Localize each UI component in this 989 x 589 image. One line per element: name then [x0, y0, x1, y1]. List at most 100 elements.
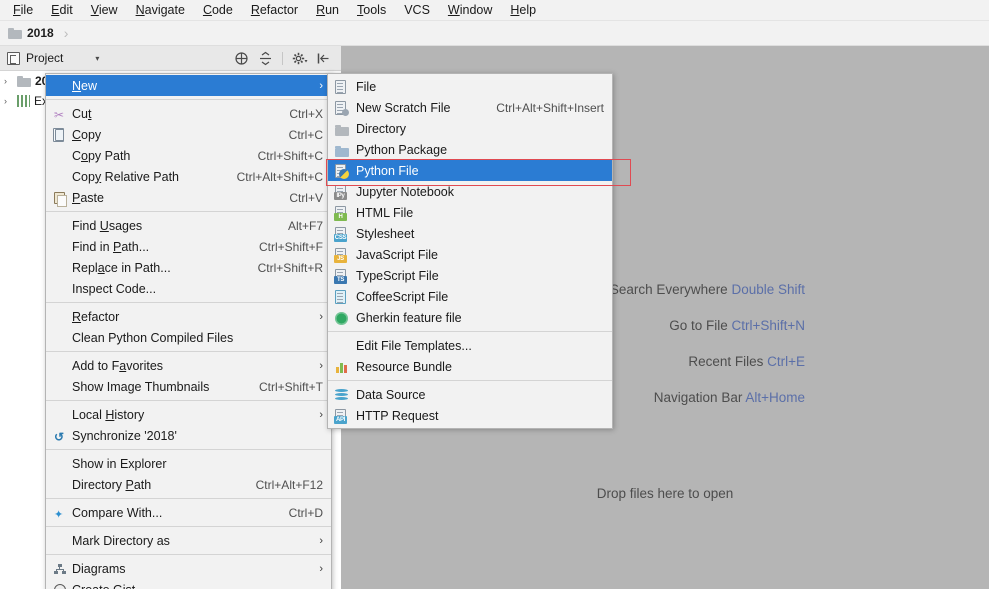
editor-hint-2: Recent Files Ctrl+E: [610, 354, 805, 369]
menu-item-directory-path[interactable]: Directory Path Ctrl+Alt+F12: [46, 474, 331, 495]
menu-item-copy[interactable]: Copy Ctrl+C: [46, 124, 331, 145]
menu-item-label: Replace in Path...: [72, 260, 171, 275]
hide-icon[interactable]: [316, 51, 331, 66]
chevron-right-icon: ›: [319, 79, 323, 92]
menubar-item-navigate[interactable]: Navigate: [127, 0, 194, 20]
editor-hint-text: Navigation Bar: [653, 390, 746, 405]
menu-item-refactor[interactable]: Refactor ›: [46, 306, 331, 327]
menu-item-add-to-favorites[interactable]: Add to Favorites ›: [46, 355, 331, 376]
editor-hint-shortcut: Alt+Home: [745, 390, 805, 405]
menu-item-label: Copy Path: [72, 148, 131, 163]
menu-item-label: Local History: [72, 407, 145, 422]
editor-hint-1: Go to File Ctrl+Shift+N: [610, 318, 805, 333]
menu-item-label: Inspect Code...: [72, 281, 157, 296]
menu-separator: [46, 351, 331, 352]
menu-separator: [46, 400, 331, 401]
menu-item-label: Synchronize '2018': [72, 428, 177, 443]
menu-item-replace-in-path[interactable]: Replace in Path... Ctrl+Shift+R: [46, 257, 331, 278]
menu-item-shortcut: Ctrl+Alt+Shift+Insert: [496, 100, 604, 115]
menubar-item-view[interactable]: View: [82, 0, 127, 20]
submenu-item-coffeescript-file[interactable]: CoffeeScript File: [328, 286, 612, 307]
menu-item-label: Copy: [72, 127, 102, 142]
menu-item-find-in-path[interactable]: Find in Path... Ctrl+Shift+F: [46, 236, 331, 257]
menubar-item-run[interactable]: Run: [307, 0, 348, 20]
menu-item-label: Compare With...: [72, 505, 163, 520]
menubar-item-refactor[interactable]: Refactor: [242, 0, 307, 20]
submenu-item-resource-bundle[interactable]: Resource Bundle: [328, 356, 612, 377]
compare-icon: ✦: [54, 509, 64, 521]
submenu-item-typescript-file[interactable]: TS TypeScript File: [328, 265, 612, 286]
submenu-item-jupyter-notebook[interactable]: IPy Jupyter Notebook: [328, 181, 612, 202]
menu-item-create-gist[interactable]: Create Gist...: [46, 579, 331, 589]
submenu-item-new-scratch-file[interactable]: New Scratch File Ctrl+Alt+Shift+Insert: [328, 97, 612, 118]
navigation-bar: 2018 ›: [0, 21, 989, 46]
submenu-item-gherkin-feature-file[interactable]: Gherkin feature file: [328, 307, 612, 328]
menu-item-shortcut: Alt+F7: [287, 218, 323, 233]
menubar-item-file[interactable]: File: [4, 0, 42, 20]
menu-item-label: Cut: [72, 106, 92, 121]
submenu-item-edit-file-templates[interactable]: Edit File Templates...: [328, 335, 612, 356]
menu-item-label: Stylesheet: [356, 226, 415, 241]
menu-item-label: Python Package: [356, 142, 448, 157]
menubar-item-code[interactable]: Code: [194, 0, 242, 20]
menu-item-label: Python File: [356, 163, 419, 178]
menu-item-inspect-code[interactable]: Inspect Code...: [46, 278, 331, 299]
settings-gear-icon[interactable]: [292, 51, 308, 66]
menu-item-copy-relative-path[interactable]: Copy Relative Path Ctrl+Alt+Shift+C: [46, 166, 331, 187]
menu-item-compare-with[interactable]: ✦ Compare With... Ctrl+D: [46, 502, 331, 523]
menu-item-label: Add to Favorites: [72, 358, 164, 373]
chevron-right-icon[interactable]: ›: [4, 96, 13, 106]
menu-separator: [328, 331, 612, 332]
project-context-menu[interactable]: New › ✂ Cut Ctrl+X Copy Ctrl+C Copy Path Ctrl+Sh…: [45, 73, 332, 589]
menu-item-new[interactable]: New ›: [46, 75, 331, 96]
project-toolwindow-label: Project: [26, 51, 64, 65]
submenu-item-file[interactable]: File: [328, 76, 612, 97]
submenu-item-stylesheet[interactable]: CSS Stylesheet: [328, 223, 612, 244]
gherkin-icon: [333, 310, 349, 326]
menu-item-label: Show Image Thumbnails: [72, 379, 210, 394]
drop-files-hint: Drop files here to open: [596, 486, 734, 501]
submenu-item-javascript-file[interactable]: JS JavaScript File: [328, 244, 612, 265]
menu-item-mark-directory-as[interactable]: Mark Directory as ›: [46, 530, 331, 551]
menu-item-find-usages[interactable]: Find Usages Alt+F7: [46, 215, 331, 236]
menubar-item-tools[interactable]: Tools: [348, 0, 395, 20]
menu-item-clean-python-compiled-files[interactable]: Clean Python Compiled Files: [46, 327, 331, 348]
new-submenu[interactable]: File New Scratch File Ctrl+Alt+Shift+Inser…: [327, 73, 613, 429]
menu-separator: [46, 211, 331, 212]
expand-all-icon[interactable]: [258, 51, 273, 66]
menu-item-diagrams[interactable]: Diagrams ›: [46, 558, 331, 579]
submenu-item-data-source[interactable]: Data Source: [328, 384, 612, 405]
menu-item-label: Mark Directory as: [72, 533, 170, 548]
menu-item-show-image-thumbnails[interactable]: Show Image Thumbnails Ctrl+Shift+T: [46, 376, 331, 397]
menu-item-synchronize[interactable]: ↺ Synchronize '2018': [46, 425, 331, 446]
menu-item-shortcut: Ctrl+C: [288, 127, 323, 142]
submenu-item-http-request[interactable]: API HTTP Request: [328, 405, 612, 426]
scratch-file-icon: [333, 100, 349, 116]
menu-item-cut[interactable]: ✂ Cut Ctrl+X: [46, 103, 331, 124]
breadcrumb[interactable]: 2018 ›: [8, 25, 68, 41]
paste-icon: [51, 190, 67, 207]
editor-hint-list: Search Everywhere Double Shift Go to File…: [610, 282, 805, 405]
submenu-item-python-file[interactable]: Python File: [328, 160, 612, 181]
menu-item-paste[interactable]: Paste Ctrl+V: [46, 187, 331, 208]
folder-icon: [17, 75, 31, 87]
copy-icon: [51, 127, 67, 143]
project-toolwindow-title-group[interactable]: Project ▾: [0, 51, 99, 65]
menu-item-show-in-explorer[interactable]: Show in Explorer: [46, 453, 331, 474]
submenu-item-directory[interactable]: Directory: [328, 118, 612, 139]
submenu-item-python-package[interactable]: Python Package: [328, 139, 612, 160]
menu-separator: [328, 380, 612, 381]
chevron-down-icon[interactable]: ▾: [95, 54, 99, 63]
menubar-item-window[interactable]: Window: [439, 0, 501, 20]
menu-item-label: HTTP Request: [356, 408, 439, 423]
menubar-item-vcs[interactable]: VCS: [395, 0, 439, 20]
menu-item-local-history[interactable]: Local History ›: [46, 404, 331, 425]
chevron-right-icon[interactable]: ›: [4, 76, 13, 86]
menubar-item-help[interactable]: Help: [501, 0, 545, 20]
collapse-all-icon[interactable]: [234, 51, 249, 66]
menu-item-label: HTML File: [356, 205, 414, 220]
menu-item-copy-path[interactable]: Copy Path Ctrl+Shift+C: [46, 145, 331, 166]
stylesheet-icon: CSS: [333, 226, 349, 242]
submenu-item-html-file[interactable]: H HTML File: [328, 202, 612, 223]
menubar-item-edit[interactable]: Edit: [42, 0, 82, 20]
